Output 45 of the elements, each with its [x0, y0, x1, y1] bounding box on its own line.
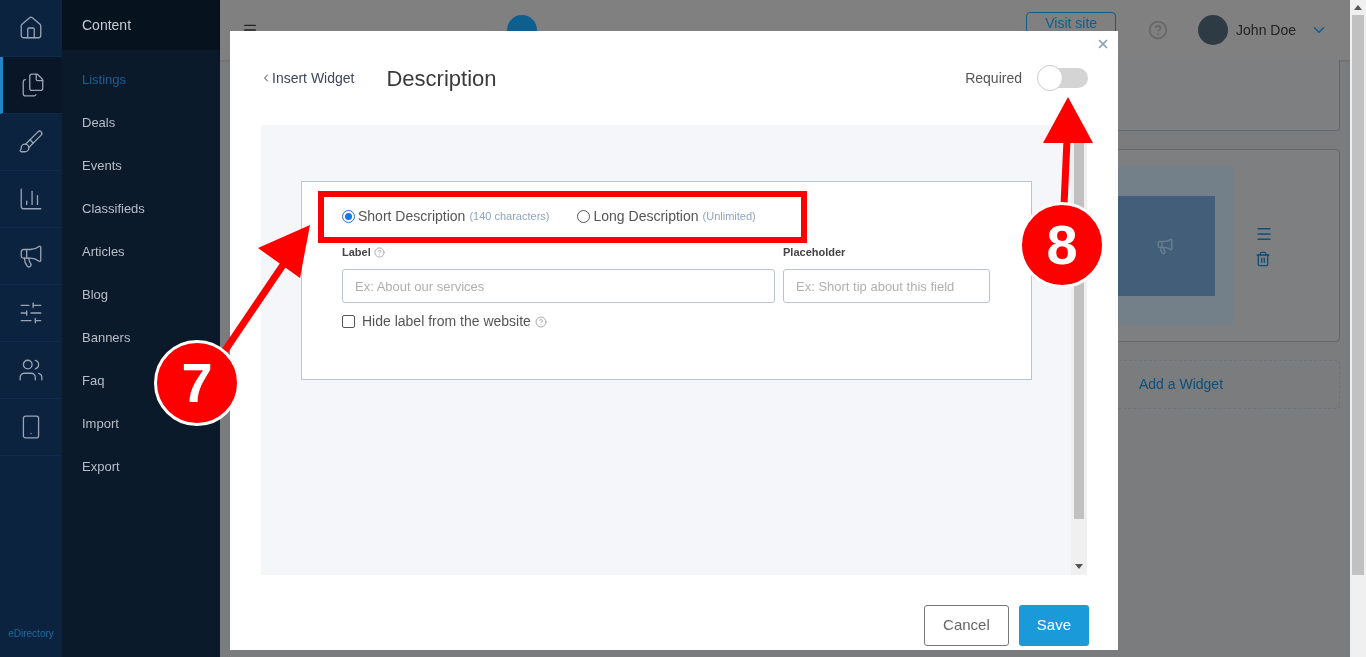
submenu-item[interactable]: Blog — [82, 273, 109, 316]
placeholder-input[interactable]: Ex: Short tip about this field — [783, 269, 990, 303]
checkbox[interactable] — [342, 315, 355, 328]
avatar — [1198, 15, 1229, 45]
option-note: (Unlimited) — [702, 209, 756, 225]
field-label: Placeholder — [783, 244, 847, 260]
scroll-up-icon[interactable] — [1354, 5, 1362, 10]
submenu-item[interactable]: Export — [82, 445, 120, 488]
radio-option[interactable]: Short Description (140 characters) — [342, 206, 550, 227]
submenu-item[interactable]: Faq — [82, 359, 105, 402]
submenu-item[interactable]: Deals — [82, 101, 116, 144]
help-icon — [373, 246, 385, 258]
submenu-item[interactable]: Banners — [82, 316, 131, 359]
radio-option[interactable]: Long Description (Unlimited) — [577, 206, 756, 227]
option-label: Short Description — [358, 207, 466, 226]
field-label: Label — [342, 244, 371, 260]
scroll-thumb[interactable] — [1352, 15, 1364, 575]
submenu-item[interactable]: Events — [82, 144, 122, 187]
scroll-down-icon[interactable] — [1075, 564, 1083, 569]
required-toggle[interactable] — [1038, 68, 1088, 88]
sliders-icon — [18, 300, 44, 326]
submenu-item[interactable]: Classifieds — [82, 187, 145, 230]
required-label: Required — [965, 68, 1022, 88]
close-icon[interactable] — [1096, 37, 1110, 51]
brush-icon — [18, 129, 44, 155]
option-note: (140 characters) — [469, 209, 550, 225]
bar-chart-icon — [18, 186, 44, 212]
trash-icon[interactable] — [1255, 250, 1271, 267]
option-label: Long Description — [593, 207, 699, 226]
users-icon — [18, 357, 44, 383]
home-icon — [18, 15, 44, 41]
submenu-item[interactable]: Articles — [82, 230, 125, 273]
back-link[interactable]: Insert Widget — [260, 67, 355, 89]
brand-label: eDirectory — [7, 627, 55, 641]
submenu-title: Content — [62, 0, 220, 50]
submenu-item[interactable]: Import — [82, 402, 119, 445]
help-icon — [534, 315, 547, 328]
checkbox-label: Hide label from the website — [362, 312, 531, 331]
user-name: John Doe — [1236, 20, 1296, 40]
modal-title: Description — [386, 64, 497, 93]
cancel-button[interactable]: Cancel — [924, 605, 1009, 646]
rail-item[interactable] — [0, 57, 62, 114]
megaphone-icon — [18, 243, 44, 269]
label-input[interactable]: Ex: About our services — [342, 269, 775, 303]
megaphone-icon — [1156, 236, 1174, 255]
